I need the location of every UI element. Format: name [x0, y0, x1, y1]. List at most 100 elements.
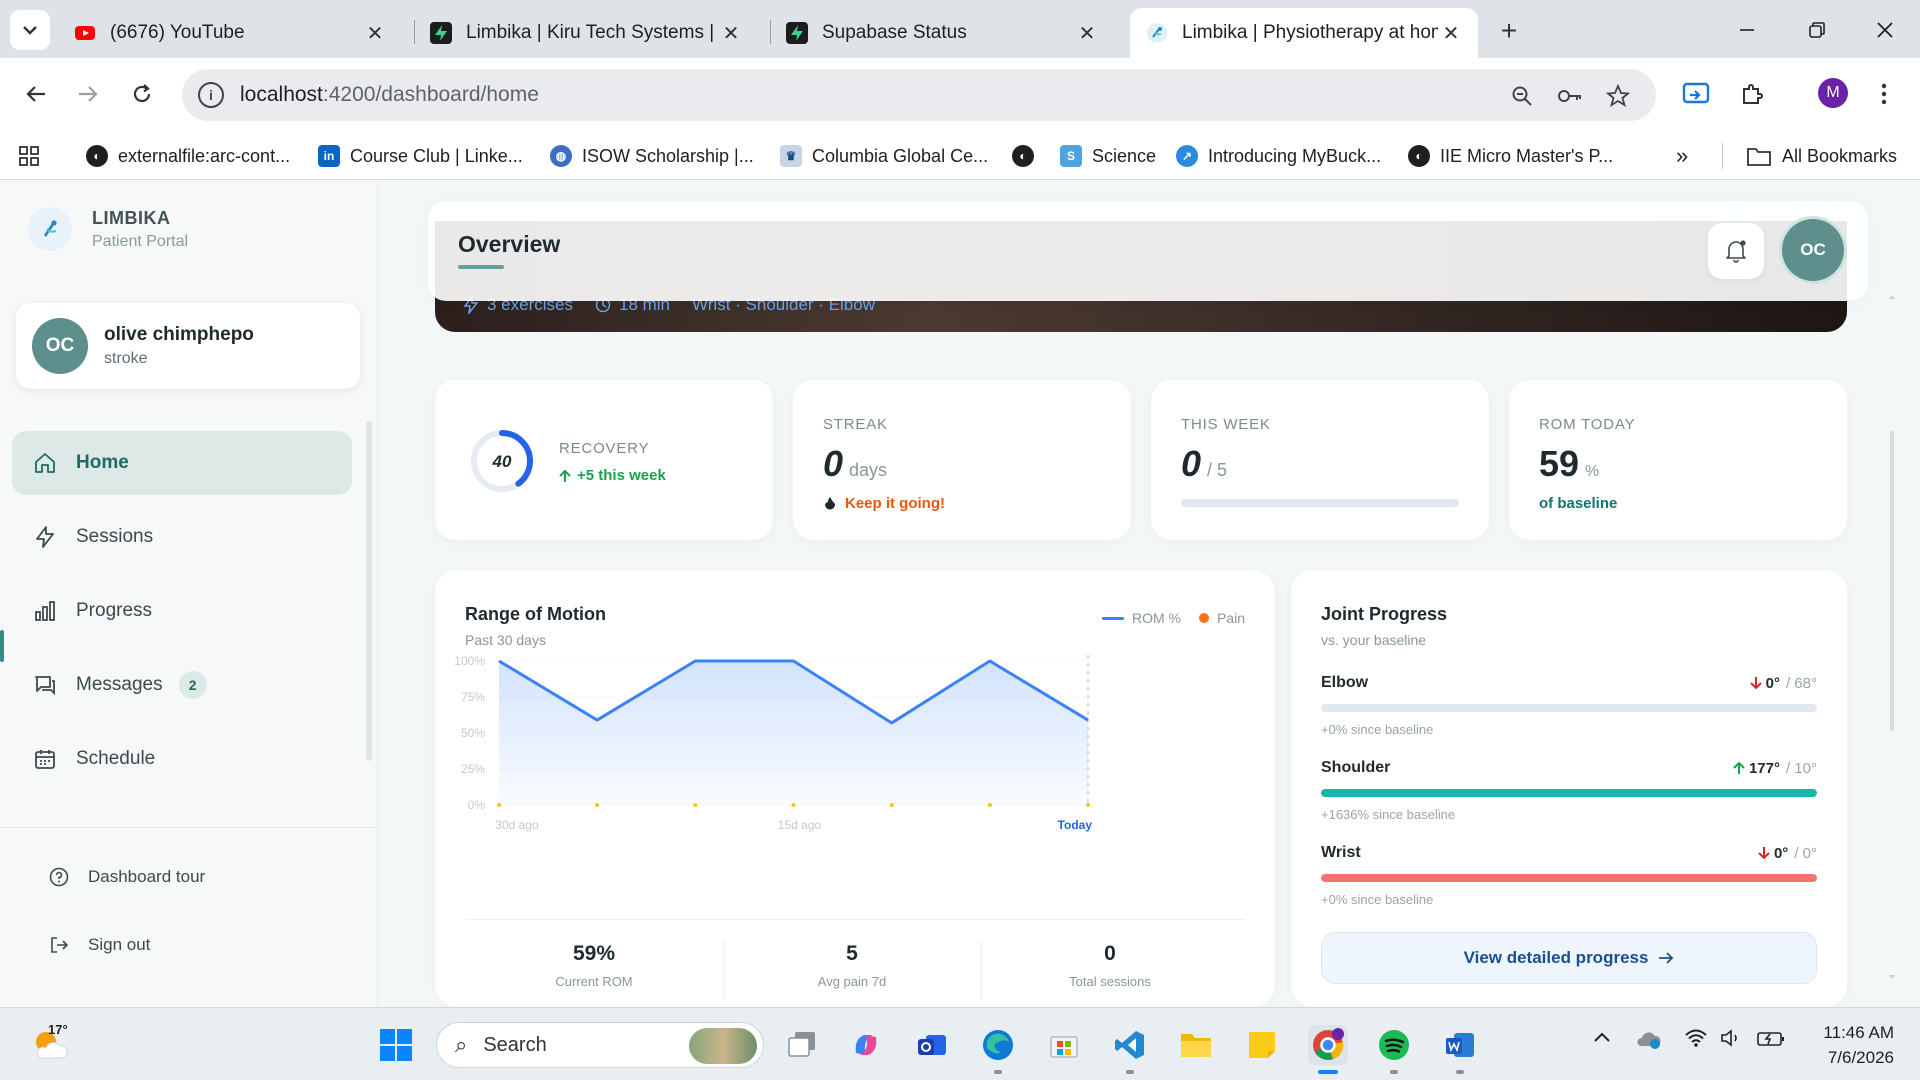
bookmark-item[interactable]: ◐: [1012, 142, 1044, 170]
edge-icon[interactable]: [978, 1025, 1018, 1065]
bookmark-item[interactable]: ◐ externalfile:arc-cont...: [86, 142, 290, 170]
site-info-icon[interactable]: i: [198, 82, 224, 108]
battery-charging-icon[interactable]: [1756, 1028, 1786, 1054]
limbika-icon: [1147, 23, 1167, 43]
bookmark-item[interactable]: ↗ Introducing MyBuck...: [1176, 142, 1381, 170]
sidebar-item-home[interactable]: Home: [12, 431, 352, 495]
rom-note: of baseline: [1539, 495, 1618, 512]
address-bar[interactable]: i localhost:4200/dashboard/home: [182, 69, 1656, 121]
restore-button[interactable]: [1790, 10, 1844, 50]
all-bookmarks-button[interactable]: All Bookmarks: [1746, 142, 1897, 170]
x-tick-label: 30d ago: [495, 818, 539, 832]
wifi-icon[interactable]: [1684, 1028, 1708, 1054]
linkedin-icon: in: [318, 145, 340, 167]
y-tick-label: 75%: [461, 690, 485, 704]
copilot-icon[interactable]: [846, 1025, 886, 1065]
running-indicator: [1390, 1070, 1398, 1074]
zoom-icon[interactable]: [1508, 82, 1536, 110]
joint-progress-bar: [1321, 704, 1817, 712]
pain-point: [791, 803, 796, 807]
dashboard-tour-label: Dashboard tour: [88, 867, 206, 886]
joint-name: Shoulder: [1321, 759, 1391, 776]
more-bookmarks-chevron-icon[interactable]: »: [1676, 142, 1688, 170]
help-circle-icon: [48, 866, 70, 888]
close-tab-icon[interactable]: ✕: [1438, 20, 1464, 46]
arrow-up-icon: [1733, 761, 1745, 774]
browser-menu-icon[interactable]: [1866, 76, 1902, 112]
file-explorer-icon[interactable]: [1176, 1025, 1216, 1065]
sidebar-item-messages[interactable]: Messages 2: [12, 653, 352, 717]
chrome-icon[interactable]: [1308, 1025, 1348, 1065]
reload-button[interactable]: [122, 74, 162, 114]
close-window-button[interactable]: [1858, 10, 1912, 50]
header-bar: Overview OC: [428, 201, 1868, 301]
cloud-sync-icon[interactable]: [1636, 1028, 1662, 1056]
user-avatar[interactable]: OC: [1782, 219, 1844, 281]
profile-avatar[interactable]: M: [1818, 78, 1848, 108]
y-tick-label: 100%: [454, 654, 485, 668]
sidebar-item-schedule[interactable]: Schedule: [12, 727, 352, 791]
task-view-icon[interactable]: [782, 1025, 822, 1065]
outlook-icon[interactable]: [912, 1025, 952, 1065]
taskbar-search[interactable]: ⌕ Search: [436, 1022, 764, 1068]
view-detailed-progress-button[interactable]: View detailed progress: [1321, 932, 1817, 984]
tab-youtube[interactable]: (6676) YouTube ✕: [58, 8, 402, 58]
week-label: THIS WEEK: [1181, 416, 1271, 433]
pain-point: [987, 803, 992, 807]
joint-name: Wrist: [1321, 844, 1361, 861]
dashboard-tour-button[interactable]: Dashboard tour: [48, 866, 205, 888]
sidebar-item-sessions[interactable]: Sessions: [12, 505, 352, 569]
close-tab-icon[interactable]: ✕: [1074, 20, 1100, 46]
brand[interactable]: LIMBIKA Patient Portal: [28, 207, 188, 251]
cast-extension-icon[interactable]: [1678, 76, 1714, 112]
supabase-icon: [430, 22, 452, 44]
minimize-button[interactable]: [1720, 10, 1774, 50]
apps-grid-icon[interactable]: [18, 142, 40, 170]
rom-line-chart[interactable]: 100% 75% 50% 25% 0% 30d ago 15d ago Today: [435, 570, 1275, 919]
extensions-puzzle-icon[interactable]: [1734, 76, 1770, 112]
close-tab-icon[interactable]: ✕: [362, 20, 388, 46]
sidebar-scrollbar[interactable]: [366, 421, 372, 761]
bookmark-item[interactable]: ◍ ISOW Scholarship |...: [550, 142, 754, 170]
mybuck-icon: ↗: [1176, 145, 1198, 167]
back-button[interactable]: [16, 74, 56, 114]
clock-date: 7/6/2026: [1827, 1048, 1894, 1067]
globe-icon: ◐: [1012, 145, 1034, 167]
patient-card[interactable]: OC olive chimphepo stroke: [16, 303, 360, 389]
sign-out-icon: [48, 934, 70, 956]
tab-supabase-status[interactable]: Supabase Status ✕: [770, 8, 1114, 58]
vscode-icon[interactable]: [1110, 1025, 1150, 1065]
bookmark-item[interactable]: ♛ Columbia Global Ce...: [780, 142, 988, 170]
home-icon: [32, 450, 58, 476]
bookmark-star-icon[interactable]: [1604, 82, 1632, 110]
bookmark-item[interactable]: in Course Club | Linke...: [318, 142, 523, 170]
show-hidden-icons-chevron-icon[interactable]: [1592, 1028, 1612, 1054]
tab-search-dropdown[interactable]: [10, 10, 50, 50]
tab-kiru-tech[interactable]: Limbika | Kiru Tech Systems | Su ✕: [414, 8, 758, 58]
url-text: localhost:4200/dashboard/home: [240, 83, 539, 106]
joint-name: Elbow: [1321, 674, 1369, 691]
total-sessions-value: 0: [1104, 942, 1116, 965]
microsoft-store-icon[interactable]: [1044, 1025, 1084, 1065]
main-scrollbar[interactable]: [1888, 291, 1896, 991]
start-button[interactable]: [376, 1025, 416, 1065]
sticky-notes-icon[interactable]: [1242, 1025, 1282, 1065]
weather-widget[interactable]: 17°: [30, 1022, 70, 1069]
new-tab-button[interactable]: +: [1492, 14, 1526, 48]
bookmark-item[interactable]: S Science: [1060, 142, 1156, 170]
password-key-icon[interactable]: [1556, 82, 1584, 110]
joint-value: 177° / 10°: [1733, 760, 1817, 777]
forward-button[interactable]: [68, 74, 108, 114]
sign-out-button[interactable]: Sign out: [48, 934, 150, 956]
notifications-button[interactable]: [1708, 223, 1764, 279]
joint-progress-bar: [1321, 789, 1817, 797]
bookmark-item[interactable]: ◐ IIE Micro Master's P...: [1408, 142, 1613, 170]
joint-since: +0% since baseline: [1321, 722, 1434, 737]
word-icon[interactable]: [1440, 1025, 1480, 1065]
tab-limbika-active[interactable]: Limbika | Physiotherapy at hom ✕: [1130, 8, 1478, 58]
sidebar-item-progress[interactable]: Progress: [12, 579, 352, 643]
taskbar-clock[interactable]: 11:46 AM 7/6/2026: [1814, 1020, 1894, 1070]
close-tab-icon[interactable]: ✕: [718, 20, 744, 46]
volume-icon[interactable]: [1720, 1028, 1744, 1054]
spotify-icon[interactable]: [1374, 1025, 1414, 1065]
